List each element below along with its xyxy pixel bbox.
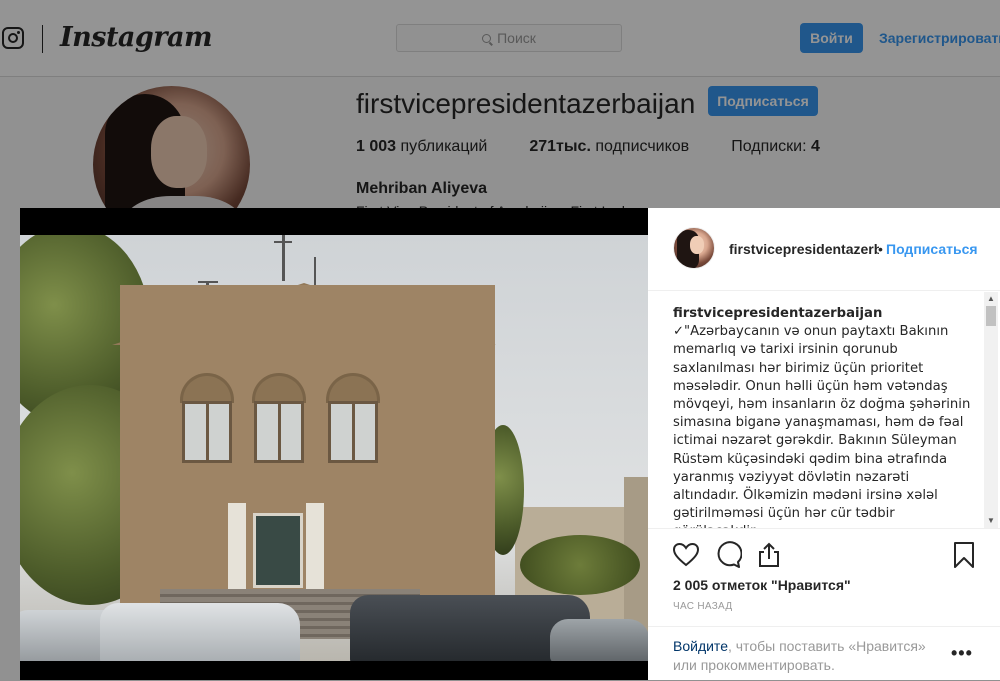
building-photo (20, 235, 648, 661)
post-author-avatar[interactable] (673, 227, 715, 269)
post-caption: firstvicepresidentazerbaijan ✓"Azərbayca… (673, 305, 973, 528)
post-image[interactable] (20, 208, 648, 680)
bookmark-icon[interactable] (950, 541, 978, 569)
avatar-face (690, 236, 704, 254)
scroll-thumb[interactable] (986, 306, 996, 326)
login-prompt-link[interactable]: Войдите (673, 638, 728, 654)
heart-icon[interactable] (672, 541, 700, 569)
post-panel: firstvicepresidentazerbaijan • Подписать… (648, 208, 1000, 680)
likes-count[interactable]: 2 005 отметок "Нравится" (673, 577, 851, 593)
antenna-bar (274, 241, 292, 243)
scroll-up-arrow-icon[interactable]: ▲ (984, 292, 998, 306)
building-window (254, 401, 304, 463)
building-window (182, 401, 232, 463)
post-follow-button[interactable]: Подписаться (886, 241, 978, 257)
caption-scrollbar[interactable]: ▲ ▼ (984, 292, 998, 528)
entrance-column (306, 503, 324, 589)
tree (520, 535, 640, 595)
parked-car (100, 603, 300, 661)
caption-username[interactable]: firstvicepresidentazerbaijan (673, 305, 973, 323)
comment-icon[interactable] (714, 541, 742, 569)
post-header: firstvicepresidentazerbaijan • Подписать… (648, 208, 1000, 291)
post-author-username[interactable]: firstvicepresidentazerbaijan (729, 241, 879, 257)
post-timestamp[interactable]: ЧАС НАЗАД (673, 601, 732, 612)
header-separator-dot: • (878, 241, 883, 257)
entrance-column (228, 503, 246, 589)
login-prompt: Войдите, чтобы поставить «Нравится» или … (648, 626, 1000, 680)
post-actions-bar (648, 528, 1000, 578)
scroll-down-arrow-icon[interactable]: ▼ (984, 514, 998, 528)
caption-scroll-area[interactable]: firstvicepresidentazerbaijan ✓"Azərbayca… (648, 292, 1000, 528)
caption-text: ✓"Azərbaycanın və onun paytaxtı Bakının … (673, 324, 971, 528)
building-entrance (253, 513, 303, 588)
building-window (328, 401, 378, 463)
share-icon[interactable] (755, 541, 783, 569)
parked-car (550, 619, 648, 661)
login-prompt-text: Войдите, чтобы поставить «Нравится» или … (673, 637, 943, 675)
more-options-icon[interactable]: ••• (951, 643, 973, 664)
